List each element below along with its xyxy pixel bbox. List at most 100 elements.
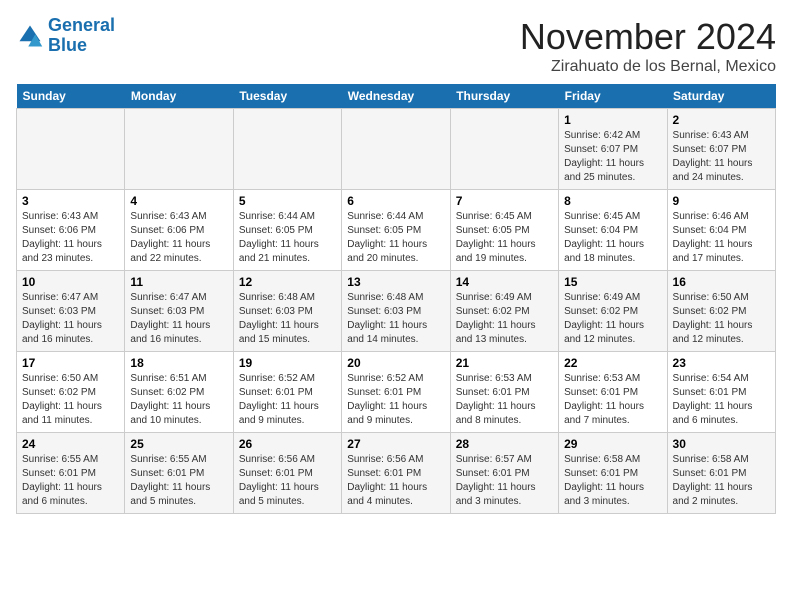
day-number: 27	[347, 437, 444, 451]
day-detail: Sunrise: 6:52 AM Sunset: 6:01 PM Dayligh…	[347, 372, 444, 428]
day-detail: Sunrise: 6:53 AM Sunset: 6:01 PM Dayligh…	[564, 372, 661, 428]
calendar-cell: 18 Sunrise: 6:51 AM Sunset: 6:02 PM Dayli…	[125, 352, 233, 433]
day-number: 26	[239, 437, 336, 451]
weekday-header: Wednesday	[342, 84, 450, 109]
calendar-cell: 12 Sunrise: 6:48 AM Sunset: 6:03 PM Dayli…	[233, 271, 341, 352]
calendar-header-row: SundayMondayTuesdayWednesdayThursdayFrid…	[17, 84, 776, 109]
calendar-cell: 19 Sunrise: 6:52 AM Sunset: 6:01 PM Dayli…	[233, 352, 341, 433]
day-number: 2	[673, 113, 770, 127]
logo-line1: General	[48, 16, 115, 36]
day-number: 24	[22, 437, 119, 451]
day-detail: Sunrise: 6:46 AM Sunset: 6:04 PM Dayligh…	[673, 210, 770, 266]
day-number: 17	[22, 356, 119, 370]
day-number: 22	[564, 356, 661, 370]
day-number: 4	[130, 194, 227, 208]
day-number: 8	[564, 194, 661, 208]
calendar-cell	[342, 109, 450, 190]
logo-line2: Blue	[48, 36, 115, 56]
calendar-cell: 28 Sunrise: 6:57 AM Sunset: 6:01 PM Dayli…	[450, 433, 558, 514]
day-detail: Sunrise: 6:43 AM Sunset: 6:06 PM Dayligh…	[130, 210, 227, 266]
day-detail: Sunrise: 6:49 AM Sunset: 6:02 PM Dayligh…	[564, 291, 661, 347]
weekday-header: Saturday	[667, 84, 775, 109]
calendar-cell	[450, 109, 558, 190]
day-number: 10	[22, 275, 119, 289]
calendar-cell: 13Sunrise: 6:48 AM Sunset: 6:03 PM Dayli…	[342, 271, 450, 352]
day-detail: Sunrise: 6:48 AM Sunset: 6:03 PM Dayligh…	[239, 291, 336, 347]
day-detail: Sunrise: 6:48 AM Sunset: 6:03 PM Dayligh…	[347, 291, 444, 347]
day-detail: Sunrise: 6:58 AM Sunset: 6:01 PM Dayligh…	[564, 453, 661, 509]
day-detail: Sunrise: 6:47 AM Sunset: 6:03 PM Dayligh…	[22, 291, 119, 347]
calendar-cell: 14 Sunrise: 6:49 AM Sunset: 6:02 PM Dayli…	[450, 271, 558, 352]
calendar-cell: 20 Sunrise: 6:52 AM Sunset: 6:01 PM Dayli…	[342, 352, 450, 433]
day-detail: Sunrise: 6:47 AM Sunset: 6:03 PM Dayligh…	[130, 291, 227, 347]
day-number: 20	[347, 356, 444, 370]
day-detail: Sunrise: 6:52 AM Sunset: 6:01 PM Dayligh…	[239, 372, 336, 428]
calendar-cell: 7 Sunrise: 6:45 AM Sunset: 6:05 PM Daylig…	[450, 190, 558, 271]
day-number: 29	[564, 437, 661, 451]
day-detail: Sunrise: 6:43 AM Sunset: 6:07 PM Dayligh…	[673, 129, 770, 185]
calendar-cell	[233, 109, 341, 190]
calendar-cell	[125, 109, 233, 190]
calendar-cell: 27 Sunrise: 6:56 AM Sunset: 6:01 PM Dayli…	[342, 433, 450, 514]
day-number: 21	[456, 356, 553, 370]
weekday-header: Friday	[559, 84, 667, 109]
header: General Blue November 2024 Zirahuato de …	[16, 16, 776, 76]
calendar-week-row: 17Sunrise: 6:50 AM Sunset: 6:02 PM Dayli…	[17, 352, 776, 433]
day-number: 18	[130, 356, 227, 370]
calendar-week-row: 24 Sunrise: 6:55 AM Sunset: 6:01 PM Dayli…	[17, 433, 776, 514]
calendar-cell: 29 Sunrise: 6:58 AM Sunset: 6:01 PM Dayli…	[559, 433, 667, 514]
day-detail: Sunrise: 6:51 AM Sunset: 6:02 PM Dayligh…	[130, 372, 227, 428]
calendar-cell: 21 Sunrise: 6:53 AM Sunset: 6:01 PM Dayli…	[450, 352, 558, 433]
logo: General Blue	[16, 16, 115, 56]
calendar-cell: 23 Sunrise: 6:54 AM Sunset: 6:01 PM Dayli…	[667, 352, 775, 433]
calendar-cell: 2 Sunrise: 6:43 AM Sunset: 6:07 PM Daylig…	[667, 109, 775, 190]
day-number: 14	[456, 275, 553, 289]
calendar-table: SundayMondayTuesdayWednesdayThursdayFrid…	[16, 84, 776, 514]
calendar-cell: 9 Sunrise: 6:46 AM Sunset: 6:04 PM Daylig…	[667, 190, 775, 271]
calendar-cell: 16 Sunrise: 6:50 AM Sunset: 6:02 PM Dayli…	[667, 271, 775, 352]
calendar-cell: 17Sunrise: 6:50 AM Sunset: 6:02 PM Dayli…	[17, 352, 125, 433]
day-detail: Sunrise: 6:54 AM Sunset: 6:01 PM Dayligh…	[673, 372, 770, 428]
day-detail: Sunrise: 6:43 AM Sunset: 6:06 PM Dayligh…	[22, 210, 119, 266]
calendar-week-row: 3 Sunrise: 6:43 AM Sunset: 6:06 PM Daylig…	[17, 190, 776, 271]
calendar-cell: 30Sunrise: 6:58 AM Sunset: 6:01 PM Dayli…	[667, 433, 775, 514]
weekday-header: Monday	[125, 84, 233, 109]
logo-text: General Blue	[48, 16, 115, 56]
day-number: 7	[456, 194, 553, 208]
calendar-cell: 8 Sunrise: 6:45 AM Sunset: 6:04 PM Daylig…	[559, 190, 667, 271]
day-detail: Sunrise: 6:53 AM Sunset: 6:01 PM Dayligh…	[456, 372, 553, 428]
day-number: 19	[239, 356, 336, 370]
calendar-cell: 10 Sunrise: 6:47 AM Sunset: 6:03 PM Dayli…	[17, 271, 125, 352]
title-block: November 2024 Zirahuato de los Bernal, M…	[520, 16, 776, 76]
day-detail: Sunrise: 6:55 AM Sunset: 6:01 PM Dayligh…	[130, 453, 227, 509]
day-number: 25	[130, 437, 227, 451]
calendar-week-row: 1 Sunrise: 6:42 AM Sunset: 6:07 PM Daylig…	[17, 109, 776, 190]
day-detail: Sunrise: 6:44 AM Sunset: 6:05 PM Dayligh…	[239, 210, 336, 266]
calendar-cell: 25 Sunrise: 6:55 AM Sunset: 6:01 PM Dayli…	[125, 433, 233, 514]
day-number: 5	[239, 194, 336, 208]
day-number: 28	[456, 437, 553, 451]
day-detail: Sunrise: 6:57 AM Sunset: 6:01 PM Dayligh…	[456, 453, 553, 509]
day-number: 12	[239, 275, 336, 289]
day-detail: Sunrise: 6:44 AM Sunset: 6:05 PM Dayligh…	[347, 210, 444, 266]
weekday-header: Sunday	[17, 84, 125, 109]
calendar-cell	[17, 109, 125, 190]
day-detail: Sunrise: 6:50 AM Sunset: 6:02 PM Dayligh…	[673, 291, 770, 347]
day-number: 9	[673, 194, 770, 208]
calendar-cell: 22 Sunrise: 6:53 AM Sunset: 6:01 PM Dayli…	[559, 352, 667, 433]
day-detail: Sunrise: 6:45 AM Sunset: 6:05 PM Dayligh…	[456, 210, 553, 266]
day-number: 6	[347, 194, 444, 208]
day-number: 16	[673, 275, 770, 289]
calendar-cell: 3 Sunrise: 6:43 AM Sunset: 6:06 PM Daylig…	[17, 190, 125, 271]
calendar-cell: 26Sunrise: 6:56 AM Sunset: 6:01 PM Dayli…	[233, 433, 341, 514]
day-detail: Sunrise: 6:42 AM Sunset: 6:07 PM Dayligh…	[564, 129, 661, 185]
day-number: 3	[22, 194, 119, 208]
day-detail: Sunrise: 6:56 AM Sunset: 6:01 PM Dayligh…	[347, 453, 444, 509]
day-detail: Sunrise: 6:55 AM Sunset: 6:01 PM Dayligh…	[22, 453, 119, 509]
weekday-header: Tuesday	[233, 84, 341, 109]
calendar-cell: 6 Sunrise: 6:44 AM Sunset: 6:05 PM Daylig…	[342, 190, 450, 271]
day-number: 1	[564, 113, 661, 127]
day-detail: Sunrise: 6:45 AM Sunset: 6:04 PM Dayligh…	[564, 210, 661, 266]
day-detail: Sunrise: 6:49 AM Sunset: 6:02 PM Dayligh…	[456, 291, 553, 347]
day-number: 23	[673, 356, 770, 370]
